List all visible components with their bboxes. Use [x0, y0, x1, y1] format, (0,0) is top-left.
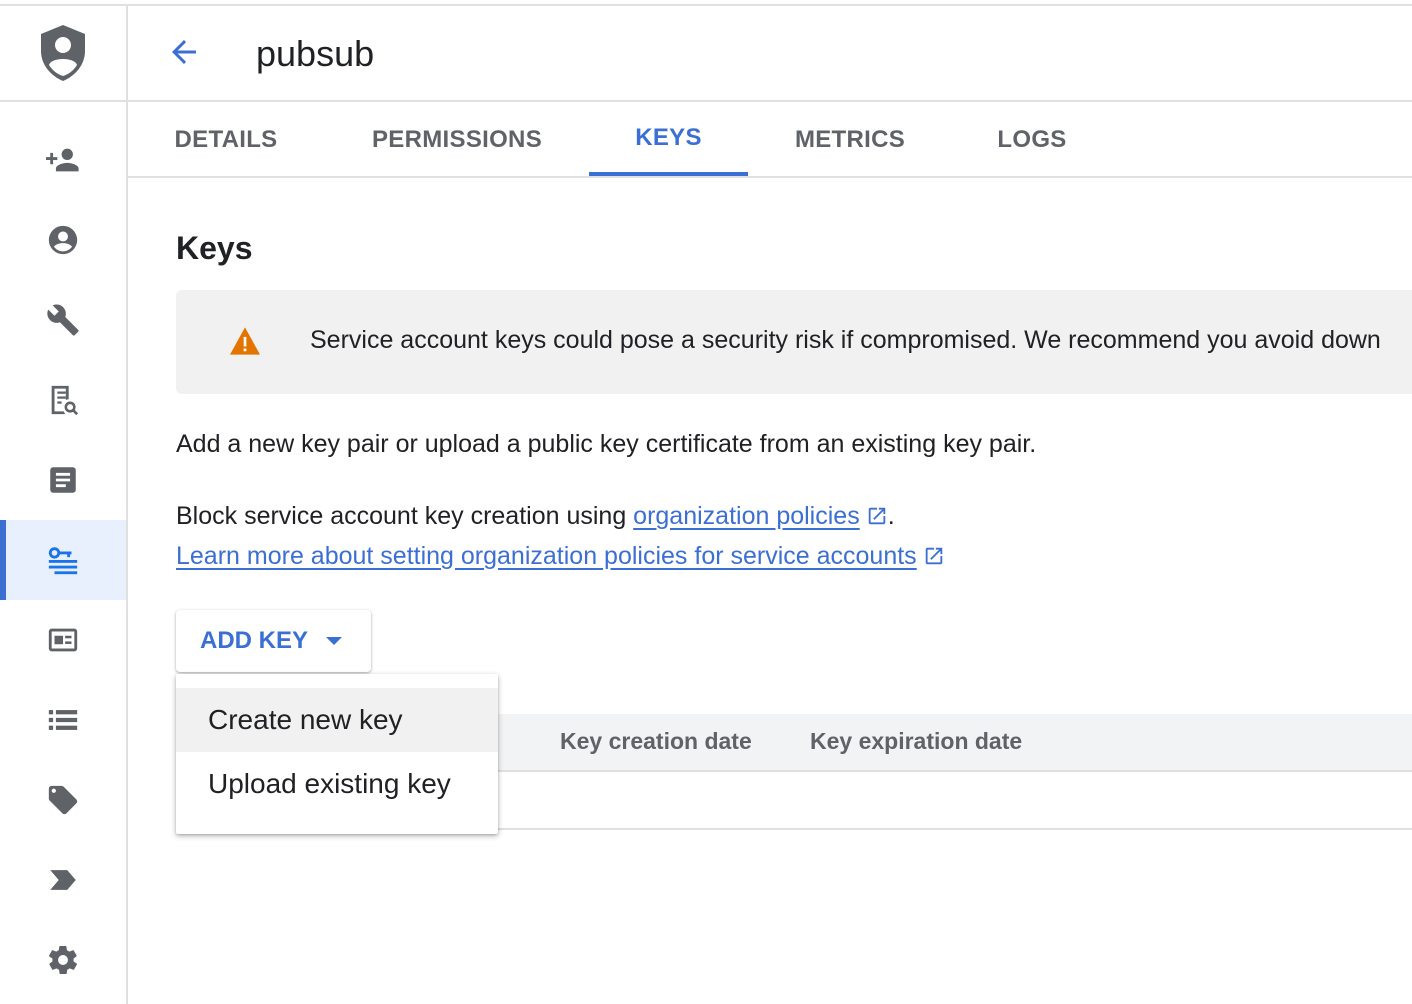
add-key-menu: Create new key Upload existing key — [176, 674, 498, 834]
learn-more-link[interactable]: Learn more about setting organization po… — [176, 542, 917, 570]
menu-item-create-new-key[interactable]: Create new key — [176, 688, 498, 752]
back-button[interactable] — [164, 32, 204, 72]
wrench-icon — [47, 304, 79, 336]
tab-permissions[interactable]: PERMISSIONS — [372, 104, 542, 176]
left-nav-rail — [0, 6, 128, 1004]
organization-policies-link[interactable]: organization policies — [633, 502, 860, 530]
open-in-new-icon — [868, 507, 885, 525]
tag-icon — [48, 785, 78, 815]
block-prefix: Block service account key creation using — [176, 502, 634, 530]
nav-article[interactable] — [0, 440, 126, 520]
tab-bar: DETAILS PERMISSIONS KEYS METRICS LOGS — [128, 104, 1412, 178]
open-in-new-icon — [925, 547, 942, 565]
add-key-button[interactable]: ADD KEY — [176, 610, 371, 672]
account-circle-icon — [48, 225, 78, 255]
nav-person-add[interactable] — [0, 120, 126, 200]
keys-heading: Keys — [176, 230, 253, 266]
tab-metrics[interactable]: METRICS — [795, 104, 905, 176]
nav-tags[interactable] — [0, 760, 126, 840]
dropdown-caret-icon — [326, 637, 343, 645]
warning-icon — [230, 327, 260, 355]
arrow-back-icon — [172, 40, 196, 64]
page-title: pubsub — [256, 33, 375, 74]
nav-labels[interactable] — [0, 840, 126, 920]
block-suffix: . — [887, 502, 895, 530]
tab-logs[interactable]: LOGS — [997, 104, 1066, 176]
learn-more-line: Learn more about setting organization po… — [176, 542, 945, 571]
page-header: pubsub — [128, 6, 1412, 102]
menu-item-upload-existing-key[interactable]: Upload existing key — [176, 752, 498, 816]
settings-icon — [49, 945, 77, 975]
col-key-creation-date[interactable]: Key creation date — [560, 728, 752, 755]
keys-description: Add a new key pair or upload a public ke… — [176, 430, 1037, 458]
label-arrow-icon — [50, 870, 76, 890]
document-search-icon — [51, 385, 79, 416]
shield-person-icon — [41, 25, 85, 81]
col-key-expiration-date[interactable]: Key expiration date — [810, 728, 1022, 755]
tab-details[interactable]: DETAILS — [175, 104, 278, 176]
nav-badge[interactable] — [0, 600, 126, 680]
person-add-icon — [46, 148, 79, 172]
iam-logo — [0, 6, 126, 102]
list-icon — [48, 710, 78, 730]
vpn-key-icon — [48, 547, 78, 575]
nav-settings[interactable] — [0, 920, 126, 1000]
block-creation-text: Block service account key creation using… — [176, 502, 895, 531]
nav-account[interactable] — [0, 200, 126, 280]
nav-service-account-keys[interactable] — [0, 520, 126, 600]
nav-build[interactable] — [0, 280, 126, 360]
nav-list[interactable] — [0, 680, 126, 760]
badge-icon — [48, 628, 78, 652]
nav-document-search[interactable] — [0, 360, 126, 440]
warning-text: Service account keys could pose a securi… — [310, 326, 1381, 354]
tab-keys[interactable]: KEYS — [589, 104, 748, 176]
article-icon — [50, 467, 76, 493]
add-key-label: ADD KEY — [200, 627, 309, 654]
warning-banner: Service account keys could pose a securi… — [176, 290, 1412, 394]
